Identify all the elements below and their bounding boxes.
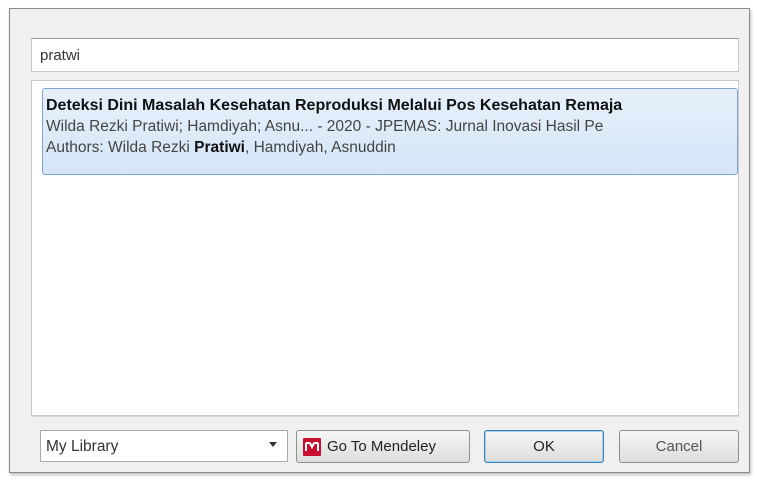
cancel-button[interactable]: Cancel (619, 430, 739, 463)
go-to-mendeley-label: Go To Mendeley (327, 438, 436, 455)
ok-button[interactable]: OK (484, 430, 604, 463)
cancel-label: Cancel (655, 438, 703, 455)
search-input[interactable] (31, 38, 739, 72)
results-list[interactable]: Deteksi Dini Masalah Kesehatan Reproduks… (31, 80, 739, 416)
library-select[interactable]: My Library (40, 430, 288, 462)
go-to-mendeley-button[interactable]: Go To Mendeley (296, 430, 470, 463)
authors-suffix: , Hamdiyah, Asnuddin (245, 139, 396, 156)
mendeley-logo-icon (303, 437, 321, 456)
result-authors: Authors: Wilda Rezki Pratiwi, Hamdiyah, … (46, 137, 737, 158)
library-select-value: My Library (46, 438, 119, 455)
list-item[interactable]: Deteksi Dini Masalah Kesehatan Reproduks… (42, 88, 738, 175)
result-citation: Wilda Rezki Pratiwi; Hamdiyah; Asnu... -… (46, 118, 604, 135)
authors-prefix: Authors: Wilda Rezki (46, 139, 195, 156)
authors-match: Pratiwi (194, 139, 245, 156)
chevron-down-icon (269, 442, 277, 447)
ok-label: OK (533, 438, 555, 455)
result-title: Deteksi Dini Masalah Kesehatan Reproduks… (46, 97, 623, 114)
footer-divider (31, 416, 739, 417)
